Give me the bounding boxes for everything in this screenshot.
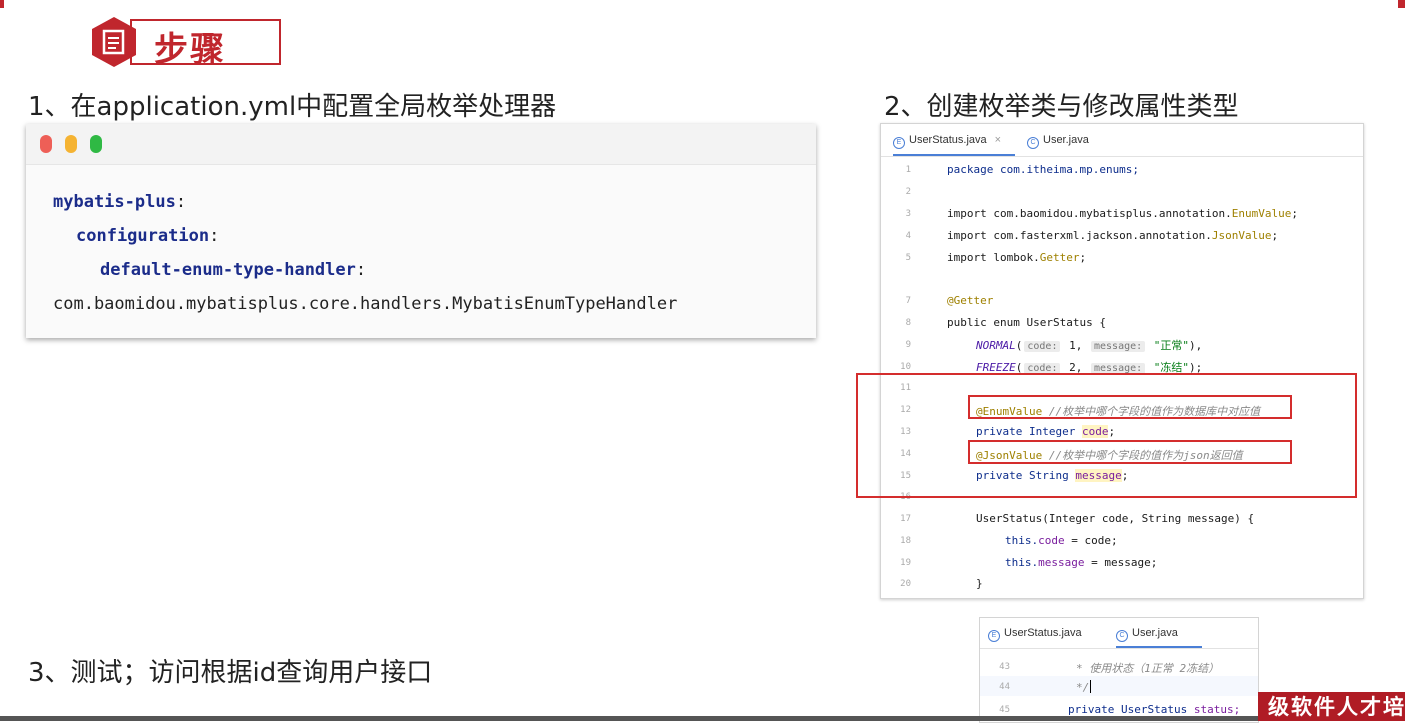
minimize-dot-icon	[65, 135, 77, 153]
line-number: 19	[900, 558, 911, 568]
line-number: 8	[905, 318, 911, 328]
line-number: 20	[900, 579, 911, 589]
class-icon: C	[1116, 630, 1128, 642]
line-number: 3	[905, 209, 911, 219]
code-line: NORMAL(code: 1, message: "正常"),	[976, 339, 1203, 352]
line-number: 2	[905, 187, 911, 197]
yml-code-card: mybatis-plus: configuration: default-enu…	[26, 124, 816, 338]
code-line: * 使用状态（1正常 2冻结）	[1076, 662, 1220, 675]
class-icon: C	[1027, 137, 1039, 149]
close-tab-icon[interactable]: ×	[995, 134, 1001, 146]
tab-userstatus-java[interactable]: E UserStatus.java ×	[893, 124, 1015, 156]
current-line-highlight	[980, 676, 1258, 696]
code-line: */	[1076, 680, 1092, 694]
close-dot-icon	[40, 135, 52, 153]
code-line: package com.itheima.mp.enums;	[947, 163, 1140, 176]
code-line: import com.fasterxml.jackson.annotation.…	[947, 229, 1279, 242]
code-line: public enum UserStatus {	[947, 316, 1106, 329]
code-line: }	[976, 577, 983, 590]
line-number: 17	[900, 514, 911, 524]
step-1-text: 1、在application.yml中配置全局枚举处理器	[28, 92, 557, 122]
corner-accent-right	[1398, 0, 1405, 8]
tab-user-java[interactable]: C User.java	[1116, 618, 1202, 648]
yml-line-1: mybatis-plus:	[53, 192, 187, 212]
line-number: 18	[900, 536, 911, 546]
code-line: import com.baomidou.mybatisplus.annotati…	[947, 207, 1299, 220]
step-2-text: 2、创建枚举类与修改属性类型	[884, 92, 1239, 122]
code-line: this.code = code;	[1005, 534, 1118, 547]
maximize-dot-icon	[90, 135, 102, 153]
yml-line-4: com.baomidou.mybatisplus.core.handlers.M…	[53, 294, 678, 314]
code-line: @Getter	[947, 294, 994, 307]
line-number: 7	[905, 296, 911, 306]
editor-tab-bar: E UserStatus.java × C User.java	[881, 124, 1363, 157]
brand-ribbon: 级软件人才培	[1258, 692, 1405, 721]
text-cursor	[1090, 680, 1092, 693]
section-header: 步骤	[90, 16, 281, 70]
corner-accent	[0, 0, 4, 8]
line-number: 1	[905, 165, 911, 175]
code-editor-userstatus: E UserStatus.java × C User.java 1 2 3 4 5 7 8 9 10 1…	[880, 123, 1364, 599]
code-line: UserStatus(Integer code, String message)…	[976, 512, 1255, 525]
line-number: 9	[905, 340, 911, 350]
section-title: 步骤	[154, 30, 226, 70]
yml-line-3: default-enum-type-handler:	[100, 260, 367, 280]
code-line: this.message = message;	[1005, 556, 1158, 569]
line-number: 44	[999, 682, 1010, 692]
step-3-text: 3、测试；访问根据id查询用户接口	[28, 658, 433, 688]
line-number: 43	[999, 662, 1010, 672]
editor-tab-bar: E UserStatus.java C User.java	[980, 618, 1258, 649]
line-number: 4	[905, 231, 911, 241]
yml-line-2: configuration:	[76, 226, 220, 246]
line-number: 45	[999, 705, 1010, 715]
tab-user-java[interactable]: C User.java	[1027, 124, 1089, 156]
code-editor-user: E UserStatus.java C User.java 43 44 45 * 使用状…	[979, 617, 1259, 723]
line-number: 10	[900, 362, 911, 372]
tab-userstatus-java[interactable]: E UserStatus.java	[988, 618, 1082, 648]
window-title-bar	[26, 124, 816, 165]
code-line: import lombok.Getter;	[947, 251, 1087, 264]
line-number: 5	[905, 253, 911, 263]
enum-icon: E	[988, 630, 1000, 642]
highlight-fields-box	[856, 373, 1357, 498]
enum-icon: E	[893, 137, 905, 149]
bottom-divider	[0, 716, 1260, 721]
code-line: private UserStatus status;	[1068, 703, 1241, 716]
